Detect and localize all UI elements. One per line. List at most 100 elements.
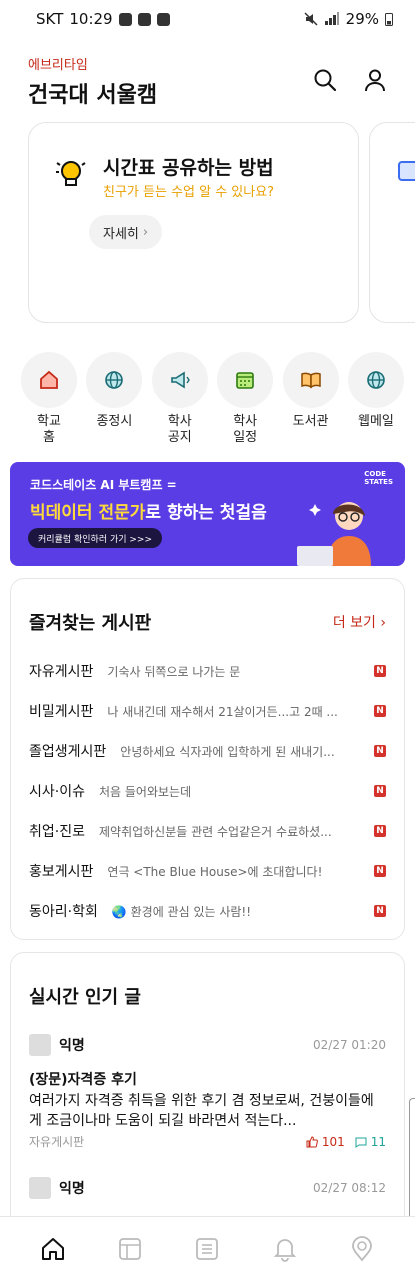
post-board: 자유게시판 xyxy=(29,1135,85,1149)
post-body: 여러가지 자격증 취득을 위한 후기 겸 정보로써, 건붕이들에게 조금이나마 … xyxy=(29,1093,374,1129)
banner-top-text: 코드스테이츠 AI 부트캠프 = xyxy=(30,478,177,492)
message-notification-icon xyxy=(118,12,132,26)
hot-post[interactable]: 익명 02/27 01:20 (장문)자격증 후기 여러가지 자격증 취득을 위… xyxy=(29,1033,386,1150)
nav-campus-pick[interactable] xyxy=(341,1228,383,1270)
checkbox-icon xyxy=(398,161,415,181)
book-icon xyxy=(300,372,321,389)
post-author: 익명 xyxy=(59,1181,85,1197)
quick-link-webmail[interactable]: 웹메일 xyxy=(347,352,405,462)
new-badge: N xyxy=(374,665,386,677)
favorite-boards-section: 즐겨찾는 게시판 더 보기 › 자유게시판 기숙사 뒤쪽으로 나가는 문 N 비밀게… xyxy=(10,578,405,940)
quick-link-academic-calendar[interactable]: 학사 일정 xyxy=(216,352,274,462)
board-row[interactable]: 비밀게시판 나 새내긴데 재수해서 21살이거든...고 2때 ... N xyxy=(29,691,386,731)
board-row[interactable]: 시사·이슈 처음 들어와보는데 N xyxy=(29,771,386,811)
comment-icon xyxy=(355,1137,367,1148)
board-preview: 연극 <The Blue House>에 초대합니다! xyxy=(107,864,323,879)
board-row[interactable]: 자유게시판 기숙사 뒤쪽으로 나가는 문 N xyxy=(29,651,386,691)
guide-card[interactable]: 시간표 공유하는 방법 친구가 듣는 수업 알 수 있나요? 자세히 › xyxy=(28,122,359,323)
board-preview: 나 새내긴데 재수해서 21살이거든...고 2때 ... xyxy=(107,704,338,719)
board-row[interactable]: 취업·진로 제약취업하신분들 관련 수업같은거 수료하셨... N xyxy=(29,811,386,851)
scroll-handle[interactable] xyxy=(409,1098,415,1226)
status-bar: SKT 10:29 29% xyxy=(0,0,415,38)
quick-link-academic-notice[interactable]: 학사 공지 xyxy=(151,352,209,462)
status-right: 29% xyxy=(304,10,393,28)
battery-icon xyxy=(385,13,393,26)
banner-cta[interactable]: 커리큘럼 확인하러 가기 >>> xyxy=(28,528,163,548)
search-icon[interactable] xyxy=(313,68,337,92)
codestates-logo: CODE STATES xyxy=(364,470,393,486)
new-badge: N xyxy=(374,785,386,797)
section-title: 즐겨찾는 게시판 xyxy=(29,613,152,634)
post-title: (장문)자격증 후기 xyxy=(29,1072,137,1088)
bottom-nav xyxy=(0,1216,415,1280)
nav-boards[interactable] xyxy=(186,1228,228,1270)
board-row[interactable]: 졸업생게시판 안녕하세요 식자과에 입학하게 된 새내기... N xyxy=(29,731,386,771)
board-name: 동아리·학회 xyxy=(29,904,98,920)
new-badge: N xyxy=(374,865,386,877)
guide-detail-button[interactable]: 자세히 › xyxy=(89,215,163,249)
list-icon xyxy=(196,1237,219,1260)
hot-post[interactable]: 익명 02/27 08:12 xyxy=(29,1176,386,1200)
board-name: 홍보게시판 xyxy=(29,864,94,880)
home-icon xyxy=(41,1237,64,1260)
guide-detail-label: 자세히 xyxy=(103,226,139,242)
guide-title: 시간표 공유하는 방법 xyxy=(103,157,274,179)
board-preview: 처음 들어와보는데 xyxy=(98,784,192,799)
bell-icon xyxy=(273,1238,297,1262)
next-guide-card[interactable] xyxy=(369,122,415,323)
carrier-label: SKT xyxy=(36,10,64,28)
board-preview: 제약취업하신분들 관련 수업같은거 수료하셨... xyxy=(98,824,332,839)
comment-count: 11 xyxy=(355,1135,386,1149)
board-preview: 안녕하세요 식자과에 입학하게 된 새내기... xyxy=(120,744,335,759)
quick-link-jongjeongsi[interactable]: 종정시 xyxy=(85,352,143,462)
new-badge: N xyxy=(374,825,386,837)
like-count: 101 xyxy=(306,1135,345,1149)
gallery-notification-icon xyxy=(156,12,170,26)
quick-links: 학교 홈 종정시 학사 공지 학사 일정 도서관 웹메일 xyxy=(0,330,415,462)
banner-headline: 빅데이터 전문가로 향하는 첫걸음 xyxy=(30,498,267,523)
board-preview: 🌏 환경에 관심 있는 사람!! xyxy=(111,904,252,919)
new-badge: N xyxy=(374,745,386,757)
nav-home[interactable] xyxy=(32,1228,74,1270)
status-left: SKT 10:29 xyxy=(36,10,170,28)
quick-link-library[interactable]: 도서관 xyxy=(282,352,340,462)
megaphone-icon xyxy=(170,371,190,389)
favorite-boards-list: 자유게시판 기숙사 뒤쪽으로 나가는 문 N 비밀게시판 나 새내긴데 재수해서 21… xyxy=(29,651,386,931)
campus-pick-icon xyxy=(352,1235,373,1261)
ad-banner[interactable]: 코드스테이츠 AI 부트캠프 = 빅데이터 전문가로 향하는 첫걸음 커리큘럼 … xyxy=(10,462,405,566)
thumbs-up-icon xyxy=(306,1135,318,1147)
board-row[interactable]: 홍보게시판 연극 <The Blue House>에 초대합니다! N xyxy=(29,851,386,891)
profile-icon[interactable] xyxy=(363,68,387,92)
home-content: 시간표 공유하는 방법 친구가 듣는 수업 알 수 있나요? 자세히 › 학교 … xyxy=(0,112,415,1252)
board-name: 졸업생게시판 xyxy=(29,744,107,760)
app-header: 에브리타임 건국대 서울캠 xyxy=(0,38,415,112)
nav-notifications[interactable] xyxy=(264,1228,306,1270)
signal-icon xyxy=(324,12,339,25)
post-author: 익명 xyxy=(59,1038,85,1054)
quick-link-label: 종정시 xyxy=(96,414,133,429)
lightbulb-icon xyxy=(56,161,86,186)
mute-icon xyxy=(304,12,318,26)
battery-percent: 29% xyxy=(345,10,379,28)
banner-headline-rest: 로 향하는 첫걸음 xyxy=(145,503,267,523)
globe-icon xyxy=(105,371,124,389)
hot-posts-section: 실시간 인기 글 익명 02/27 01:20 (장문)자격증 후기 여러가지 … xyxy=(10,952,405,1252)
board-name: 시사·이슈 xyxy=(29,784,85,800)
board-row[interactable]: 동아리·학회 🌏 환경에 관심 있는 사람!! N xyxy=(29,891,386,931)
quick-link-label: 학사 일정 xyxy=(233,414,258,445)
guide-subtitle: 친구가 듣는 수업 알 수 있나요? xyxy=(103,185,275,200)
calendar-icon xyxy=(236,372,254,389)
quick-link-school-home[interactable]: 학교 홈 xyxy=(20,352,78,462)
timetable-icon xyxy=(119,1237,141,1260)
nav-timetable[interactable] xyxy=(109,1228,151,1270)
avatar xyxy=(29,1177,51,1199)
post-time: 02/27 01:20 xyxy=(313,1038,386,1052)
board-preview: 기숙사 뒤쪽으로 나가는 문 xyxy=(107,664,241,679)
banner-highlight: 빅데이터 전문가 xyxy=(30,503,146,523)
board-name: 취업·진로 xyxy=(29,824,85,840)
board-name: 자유게시판 xyxy=(29,664,94,680)
more-button[interactable]: 더 보기 › xyxy=(333,612,386,632)
guide-carousel[interactable]: 시간표 공유하는 방법 친구가 듣는 수업 알 수 있나요? 자세히 › xyxy=(0,112,415,330)
quick-link-label: 학사 공지 xyxy=(167,414,192,445)
quick-link-label: 웹메일 xyxy=(358,414,394,429)
